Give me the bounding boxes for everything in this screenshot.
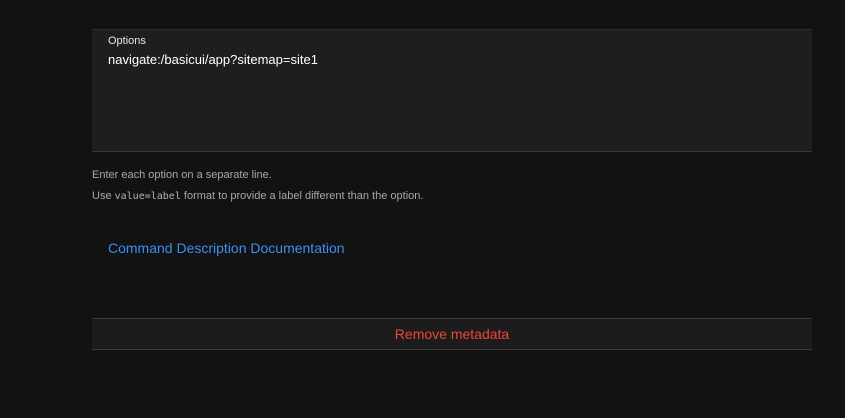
- format-hint-prefix: Use: [92, 190, 115, 202]
- options-field[interactable]: Options navigate:/basicui/app?sitemap=si…: [92, 29, 812, 152]
- remove-metadata-button[interactable]: Remove metadata: [92, 318, 812, 350]
- format-hint-code: value=label: [114, 191, 181, 202]
- format-hint-suffix: format to provide a label different than…: [180, 190, 424, 202]
- options-format-hint: Use value=label format to provide a labe…: [92, 190, 423, 202]
- metadata-editor-page: Options navigate:/basicui/app?sitemap=si…: [0, 0, 845, 418]
- options-label: Options: [108, 35, 146, 47]
- command-description-documentation-link[interactable]: Command Description Documentation: [108, 240, 345, 256]
- options-hint-line: Enter each option on a separate line.: [92, 169, 272, 181]
- options-textarea[interactable]: navigate:/basicui/app?sitemap=site1: [108, 52, 798, 144]
